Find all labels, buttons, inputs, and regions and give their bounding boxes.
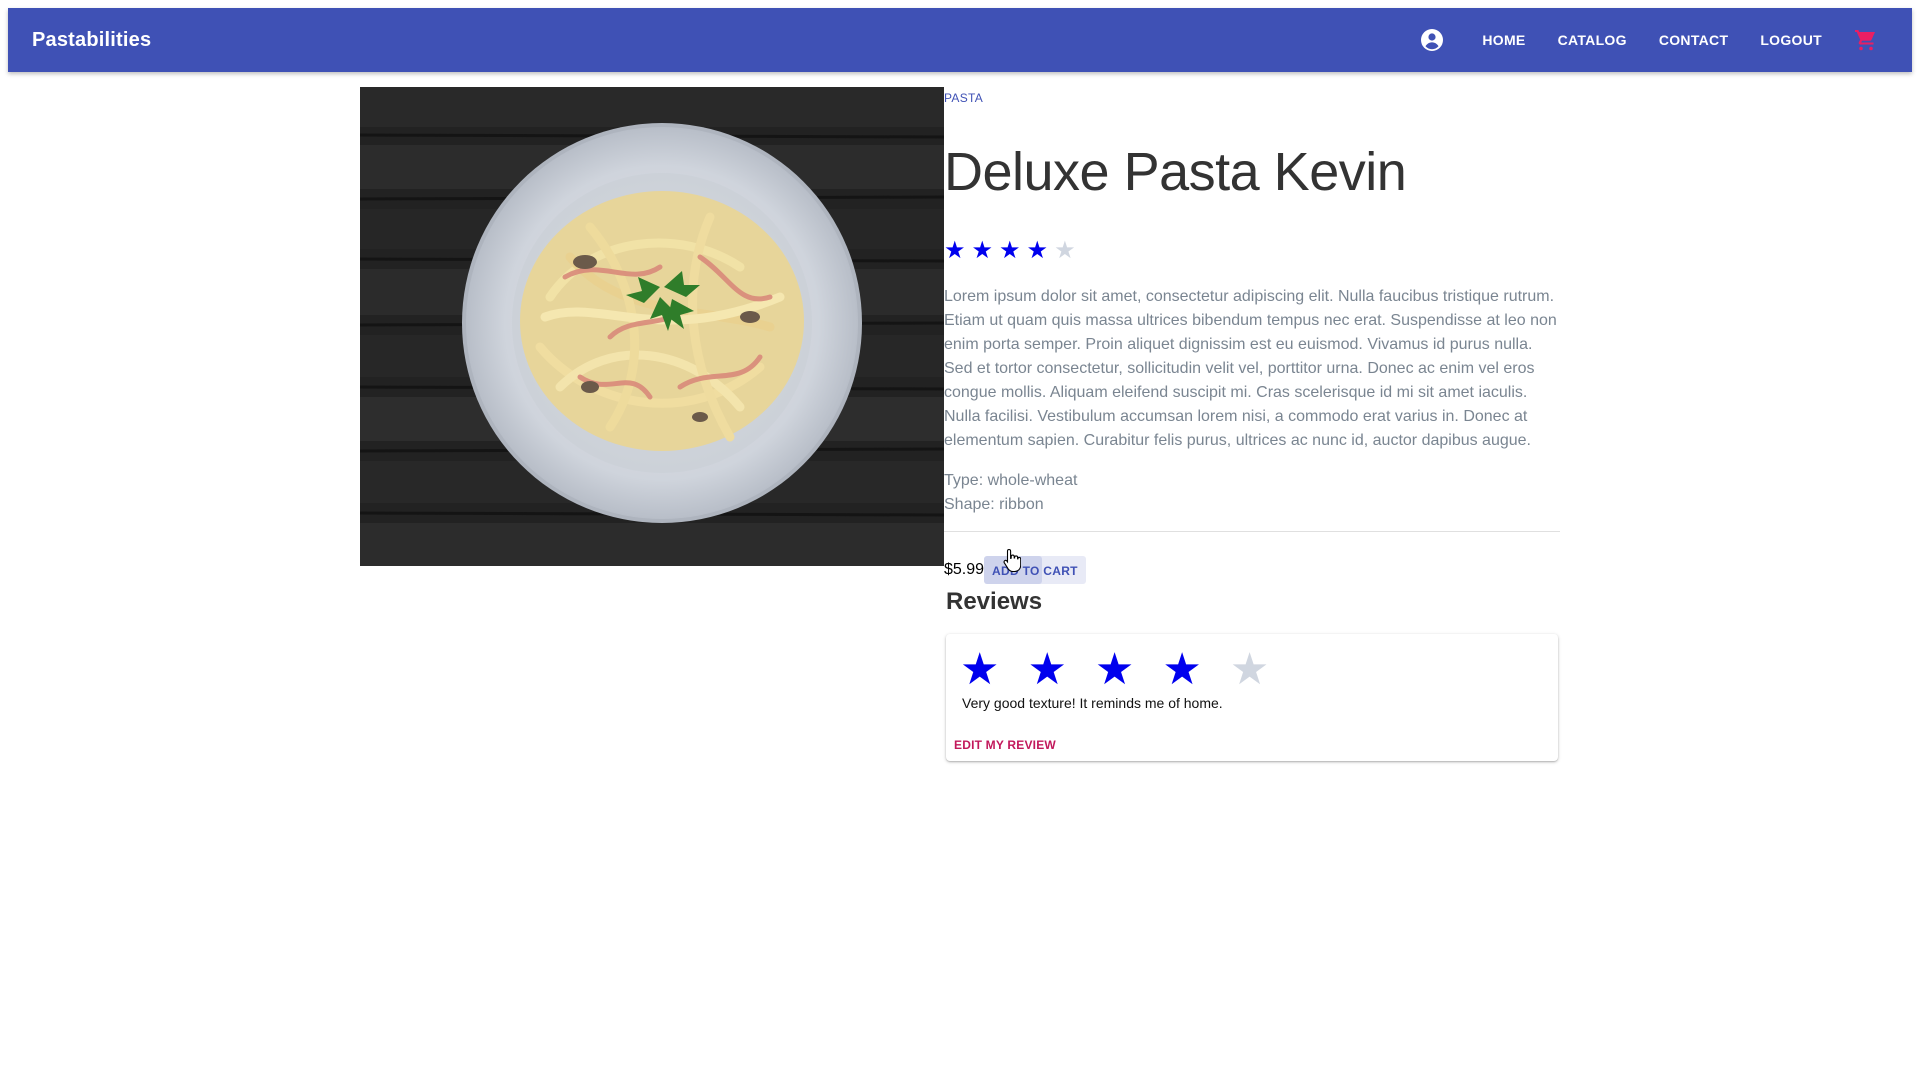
app-bar: Pastabilities HOME CATALOG CONTACT LOGOU… <box>8 8 1912 72</box>
review-card: ★ ★ ★ ★ ★ Very good texture! It reminds … <box>946 634 1558 761</box>
review-text: Very good texture! It reminds me of home… <box>962 695 1223 711</box>
reviews-heading: Reviews <box>946 588 1043 615</box>
star-empty-icon[interactable]: ★ <box>1230 648 1269 692</box>
star-filled-icon: ★ <box>944 237 966 264</box>
star-filled-icon[interactable]: ★ <box>1095 648 1134 692</box>
product-rating: ★ ★ ★ ★ ★ <box>944 239 1560 263</box>
product-category[interactable]: PASTA <box>944 91 1560 105</box>
brand-title[interactable]: Pastabilities <box>32 29 151 52</box>
buy-row: $5.99 ADD TO CART <box>944 556 1560 584</box>
nav-contact-link[interactable]: CONTACT <box>1643 24 1745 56</box>
nav-home-link[interactable]: HOME <box>1466 24 1541 56</box>
product-type: Type: whole-wheat <box>944 472 1078 489</box>
review-rating: ★ ★ ★ ★ ★ <box>960 648 1269 692</box>
star-filled-icon[interactable]: ★ <box>1027 648 1066 692</box>
star-filled-icon: ★ <box>999 237 1021 264</box>
edit-review-button[interactable]: EDIT MY REVIEW <box>954 738 1056 752</box>
account-circle-icon[interactable] <box>1420 28 1444 52</box>
nav-catalog-link[interactable]: CATALOG <box>1542 24 1643 56</box>
star-empty-icon: ★ <box>1054 237 1076 264</box>
shopping-cart-icon[interactable] <box>1854 28 1878 52</box>
add-to-cart-label: ADD TO CART <box>992 564 1078 578</box>
star-filled-icon[interactable]: ★ <box>1162 648 1201 692</box>
product-image <box>360 87 944 566</box>
star-filled-icon: ★ <box>1026 237 1049 264</box>
product-details: PASTA Deluxe Pasta Kevin ★ ★ ★ ★ ★ Lorem… <box>944 87 1560 584</box>
divider <box>944 531 1560 532</box>
add-to-cart-button[interactable]: ADD TO CART <box>984 556 1086 584</box>
top-nav: HOME CATALOG CONTACT LOGOUT <box>1420 8 1888 72</box>
nav-logout-link[interactable]: LOGOUT <box>1744 24 1838 56</box>
star-filled-icon: ★ <box>971 237 994 264</box>
star-filled-icon[interactable]: ★ <box>960 648 999 692</box>
product-shape: Shape: ribbon <box>944 496 1044 513</box>
product-description: Lorem ipsum dolor sit amet, consectetur … <box>944 288 1557 449</box>
product-title: Deluxe Pasta Kevin <box>944 142 1407 202</box>
product-price: $5.99 <box>944 561 985 578</box>
product-attributes: Type: whole-wheat Shape: ribbon <box>944 469 1560 517</box>
